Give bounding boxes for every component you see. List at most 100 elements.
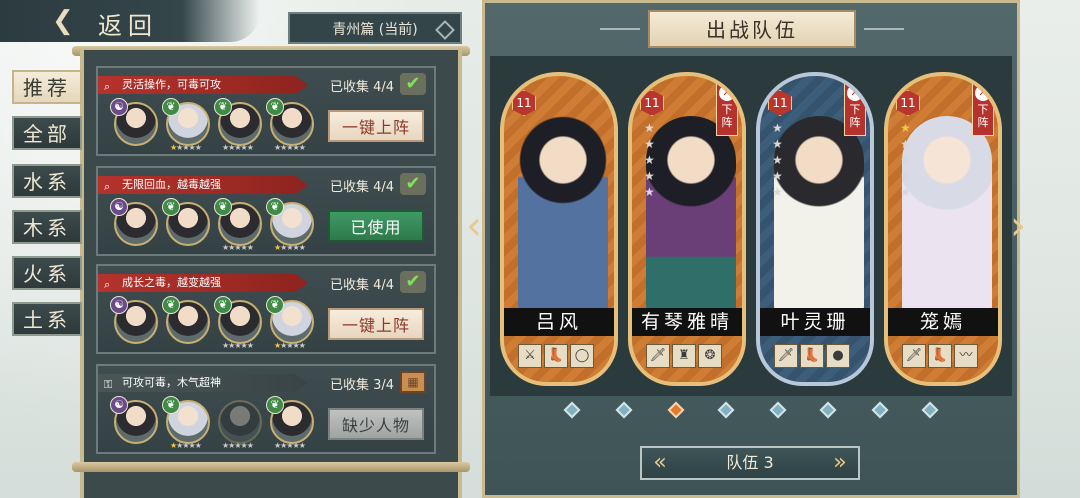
lineup-tag: ⌕ 成长之毒，越变越强 [98,274,308,292]
star-rating: ★★★★★ [222,143,254,152]
star-rating: ★★★★★ [274,143,306,152]
back-label: 返回 [98,12,158,40]
close-icon: ✕ [719,85,735,101]
diamond-icon [435,20,455,40]
sword-icon[interactable]: 🗡 [774,344,798,368]
hero-card[interactable]: 11 吕风 ⚔ 👢 ◯ [500,72,618,386]
lineup-card: ⌕ 成长之毒，越变越强 已收集 4/4 ✔ ☯ ❦ ❦ ❦ ★★★★★ ★★★★★… [96,264,436,354]
checkmark-icon: ✔ [400,271,426,293]
remove-from-team-button[interactable]: ✕ 下阵 [844,82,866,136]
sword-icon[interactable]: 🗡 [646,344,670,368]
in-use-button[interactable]: 已使用 [328,210,424,242]
star-rating: ★★★★★ [274,243,306,252]
star-rating: ★★★★★ [222,441,254,450]
armor-icon[interactable]: ♜ [672,344,696,368]
level-badge: 11 [640,90,664,116]
weapon-icon[interactable]: ⚔ [518,344,542,368]
page-dot[interactable] [921,401,939,419]
hero-name: 叶灵珊 [760,308,870,336]
chevron-right-icon[interactable]: » [826,448,854,478]
star-rating: ★★★★★ [222,243,254,252]
treasure-chest-icon: ▦ [400,371,426,393]
ring-icon[interactable]: ◯ [570,344,594,368]
missing-character-button[interactable]: 缺少人物 [328,408,424,440]
tab-wood[interactable]: 木系 [12,210,82,244]
page-dot[interactable] [717,401,735,419]
chapter-selector[interactable]: 青州篇 (当前) [288,12,462,44]
star-rating: ★★★★★ [900,121,911,199]
collected-count: 已收集 3/4 [330,378,395,393]
sword-icon[interactable]: 🗡 [902,344,926,368]
amulet-icon[interactable]: ❂ [698,344,722,368]
back-button[interactable]: ❮ 返回 [0,0,260,42]
checkmark-icon: ✔ [400,173,426,195]
chevron-right-icon[interactable]: › [1010,206,1026,246]
leaf-icon: ❦ [266,396,284,414]
leaf-icon: ❦ [162,296,180,314]
page-dot[interactable] [563,401,581,419]
lineup-card: ⌕ 无限回血，越毒越强 已收集 4/4 ✔ ☯ ❦ ❦ ❦ ★★★★★ ★★★★★… [96,166,436,256]
boots-icon[interactable]: 👢 [928,344,952,368]
hero-portrait [518,116,608,316]
team-selector-label: 队伍 3 [726,453,774,472]
level-badge: 11 [512,90,536,116]
back-arrow-icon: ❮ [52,6,74,36]
leaf-icon: ❦ [266,296,284,314]
leaf-icon: ❦ [162,396,180,414]
level-badge: 11 [768,90,792,116]
remove-from-team-button[interactable]: ✕ 下阵 [972,82,994,136]
magnifier-icon: ⌕ [104,278,111,291]
star-rating: ★★★★★ [644,121,655,199]
quick-deploy-button[interactable]: 一键上阵 [328,308,424,340]
page-dot[interactable] [769,401,787,419]
quick-deploy-button[interactable]: 一键上阵 [328,110,424,142]
close-icon: ✕ [847,85,863,101]
page-dot[interactable] [871,401,889,419]
boots-icon[interactable]: 👢 [544,344,568,368]
chevron-left-icon[interactable]: ‹ [466,206,482,246]
whip-icon[interactable]: 〰 [954,344,978,368]
hero-card[interactable]: 11 ★ ★ ★ ★ ★ ✕ 下阵 有琴雅晴 🗡 ♜ ❂ [628,72,746,386]
divider [864,28,904,30]
hero-name: 有琴雅晴 [632,308,742,336]
divider [600,28,640,30]
leaf-icon: ❦ [162,98,180,116]
hero-card[interactable]: 11 ★ ★ ★ ★ ★ ✕ 下阵 叶灵珊 🗡 👢 ● [756,72,874,386]
star-rating: ★★★★★ [170,441,202,450]
chevron-left-icon[interactable]: « [646,448,674,478]
leaf-icon: ❦ [266,198,284,216]
tab-water[interactable]: 水系 [12,164,82,198]
yinyang-icon: ☯ [110,198,128,216]
tab-earth[interactable]: 土系 [12,302,82,336]
tab-fire[interactable]: 火系 [12,256,82,290]
leaf-icon: ❦ [162,198,180,216]
page-dot-active[interactable] [667,401,685,419]
tab-all[interactable]: 全部 [12,116,82,150]
remove-label: 下阵 [849,103,861,129]
remove-from-team-button[interactable]: ✕ 下阵 [716,82,738,136]
collected-count: 已收集 4/4 [330,278,395,293]
magnifier-icon: ⌕ [104,80,111,93]
lock-icon: ⚿ [104,378,113,391]
hero-card[interactable]: 11 ★ ★ ★ ★ ★ ✕ 下阵 笼嫣 🗡 👢 〰 [884,72,1002,386]
equipment-slots: 🗡 👢 ● [774,344,858,370]
remove-label: 下阵 [721,103,733,129]
orb-icon[interactable]: ● [826,344,850,368]
collected-count: 已收集 4/4 [330,180,395,195]
lineup-tag-text: 成长之毒，越变越强 [122,276,221,289]
lineup-tag-text: 无限回血，越毒越强 [122,178,221,191]
lineup-tag: ⌕ 灵活操作，可毒可攻 [98,76,308,94]
star-rating: ★★★★★ [170,143,202,152]
page-dot[interactable] [819,401,837,419]
avatar-missing[interactable] [218,400,262,444]
scroll-rod-bottom [72,462,470,472]
page-dot[interactable] [615,401,633,419]
chapter-label: 青州篇 (当前) [332,22,418,38]
star-rating: ★★★★★ [274,441,306,450]
tab-recommend[interactable]: 推荐 [12,70,82,104]
collected-count: 已收集 4/4 [330,80,395,95]
yinyang-icon: ☯ [110,296,128,314]
lineup-card: ⚿ 可攻可毒，木气超神 已收集 3/4 ▦ ☯ ❦ ❦ ★★★★★ ★★★★★ ★… [96,364,436,454]
magnifier-icon: ⌕ [104,180,111,193]
boots-icon[interactable]: 👢 [800,344,824,368]
